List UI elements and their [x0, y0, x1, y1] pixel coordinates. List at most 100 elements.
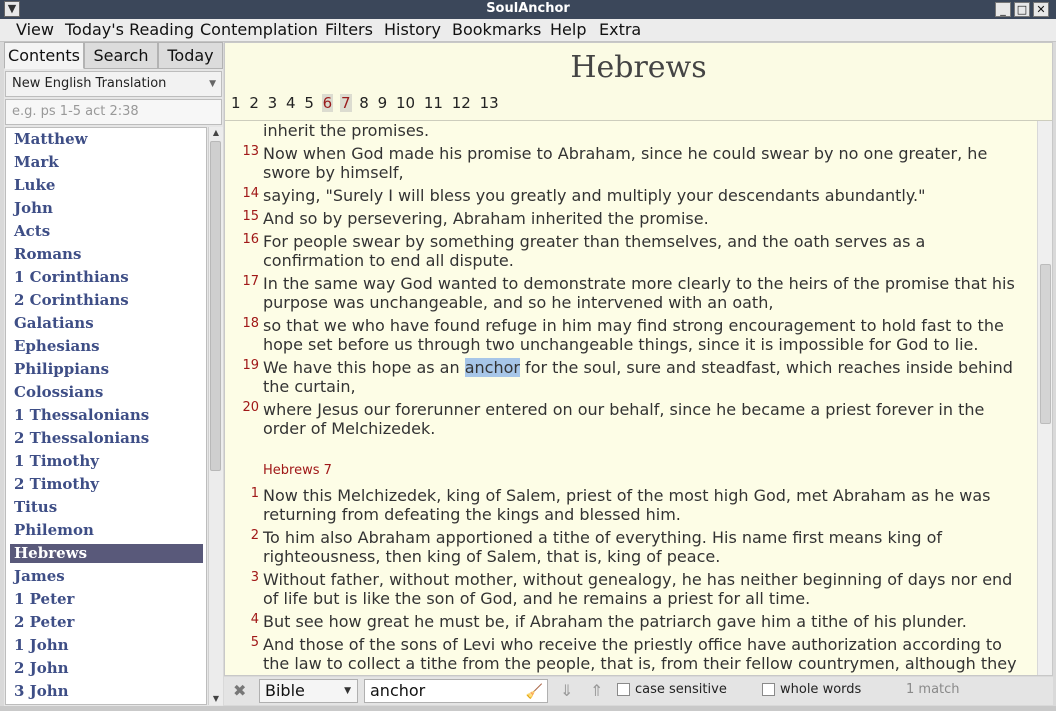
verse-number: 19 — [242, 358, 259, 373]
book-item[interactable]: 1 Thessalonians — [10, 406, 203, 425]
verse-text: And so by persevering, Abraham inherited… — [263, 209, 709, 228]
verse-text: To him also Abraham apportioned a tithe … — [263, 528, 942, 566]
verse-text: Without father, without mother, without … — [263, 570, 1013, 608]
book-item[interactable]: Titus — [10, 498, 203, 517]
menu-history[interactable]: History — [384, 20, 441, 39]
chapter-link[interactable]: 12 — [451, 94, 472, 112]
verse-number: 18 — [242, 316, 259, 331]
chapter-link[interactable]: 10 — [395, 94, 416, 112]
menu-bookmarks[interactable]: Bookmarks — [452, 20, 541, 39]
scrollbar-thumb[interactable] — [1040, 264, 1051, 424]
close-icon[interactable]: ✕ — [1033, 2, 1049, 17]
book-item[interactable]: 1 Timothy — [10, 452, 203, 471]
book-list-scrollbar[interactable]: ▲ ▼ — [208, 127, 223, 705]
verse-text: For people swear by something greater th… — [263, 232, 926, 270]
chevron-down-icon: ▼ — [344, 686, 351, 696]
book-item-selected[interactable]: Hebrews — [10, 544, 203, 563]
chapter-link[interactable]: 13 — [479, 94, 500, 112]
book-item[interactable]: Colossians — [10, 383, 203, 402]
book-item[interactable]: 2 Timothy — [10, 475, 203, 494]
verse-text-before: We have this hope as an — [263, 358, 465, 377]
find-bar: ✖ Bible ▼ anchor 🧹 ⇓ ⇑ case sensitive wh… — [224, 677, 1053, 705]
book-item[interactable]: 2 John — [10, 659, 203, 678]
book-item[interactable]: 2 Peter — [10, 613, 203, 632]
menu-contemplation[interactable]: Contemplation — [200, 20, 318, 39]
down-arrow-icon[interactable]: ⇓ — [560, 681, 573, 700]
tab-search[interactable]: Search — [84, 42, 158, 69]
scroll-up-icon[interactable]: ▲ — [209, 127, 223, 139]
chapter-link[interactable]: 4 — [285, 94, 297, 112]
chapter-link-active[interactable]: 6 — [321, 94, 334, 112]
book-item[interactable]: 1 John — [10, 636, 203, 655]
book-item[interactable]: Galatians — [10, 314, 203, 333]
reference-input[interactable]: e.g. ps 1-5 act 2:38 — [5, 99, 222, 125]
title-bar: ▼ SoulAnchor _ □ ✕ — [0, 0, 1056, 19]
menu-help[interactable]: Help — [550, 20, 586, 39]
scrollbar-thumb[interactable] — [210, 141, 221, 471]
chapter-link-active[interactable]: 7 — [339, 94, 352, 112]
menu-todays-reading[interactable]: Today's Reading — [65, 20, 194, 39]
chevron-down-icon: ▼ — [209, 79, 216, 89]
book-item[interactable]: Philippians — [10, 360, 203, 379]
maximize-icon[interactable]: □ — [1014, 2, 1030, 17]
book-item[interactable]: Acts — [10, 222, 203, 241]
verse-text: And those of the sons of Levi who receiv… — [263, 635, 1017, 673]
verse-number: 2 — [250, 528, 259, 543]
book-item[interactable]: 1 Peter — [10, 590, 203, 609]
scroll-down-icon[interactable]: ▼ — [209, 693, 223, 705]
menu-view[interactable]: View — [16, 20, 54, 39]
book-item[interactable]: John — [10, 199, 203, 218]
close-icon[interactable]: ✖ — [233, 681, 246, 700]
book-item[interactable]: James — [10, 567, 203, 586]
minimize-icon[interactable]: _ — [995, 2, 1011, 17]
verse-text: saying, "Surely I will bless you greatly… — [263, 186, 926, 205]
search-input[interactable]: anchor 🧹 — [364, 679, 548, 703]
chapter-link[interactable]: 2 — [248, 94, 260, 112]
chapter-link[interactable]: 5 — [303, 94, 315, 112]
book-item[interactable]: Philemon — [10, 521, 203, 540]
verse-number: 4 — [250, 612, 259, 627]
book-item[interactable]: 1 Corinthians — [10, 268, 203, 287]
verse-text: But see how great he must be, if Abraham… — [263, 612, 967, 631]
up-arrow-icon[interactable]: ⇑ — [590, 681, 603, 700]
translation-select[interactable]: New English Translation ▼ — [5, 71, 222, 97]
menu-extra[interactable]: Extra — [599, 20, 641, 39]
panel-tabs: Contents Search Today — [4, 42, 223, 69]
broom-icon[interactable]: 🧹 — [526, 681, 543, 703]
verse-number: 15 — [242, 209, 259, 224]
tab-today[interactable]: Today — [158, 42, 223, 69]
chapter-link[interactable]: 11 — [423, 94, 444, 112]
verse-text: so that we who have found refuge in him … — [263, 316, 1004, 354]
translation-value: New English Translation — [12, 76, 167, 91]
reader-scrollbar[interactable] — [1037, 121, 1052, 675]
chapter-link[interactable]: 3 — [267, 94, 279, 112]
verse-number: 5 — [250, 635, 259, 650]
menu-filters[interactable]: Filters — [325, 20, 373, 39]
search-highlight: anchor — [464, 358, 520, 377]
verse-text: where Jesus our forerunner entered on ou… — [263, 400, 985, 438]
book-item[interactable]: 2 Corinthians — [10, 291, 203, 310]
book-item[interactable]: Ephesians — [10, 337, 203, 356]
verse-continuation: inherit the promises. — [263, 121, 430, 140]
verse-text: We have this hope as an anchor for the s… — [263, 358, 1025, 396]
verse-number: 20 — [242, 400, 259, 415]
search-scope-select[interactable]: Bible ▼ — [259, 679, 358, 703]
chapter-link[interactable]: 9 — [377, 94, 389, 112]
book-item[interactable]: 2 Thessalonians — [10, 429, 203, 448]
whole-words-checkbox[interactable] — [762, 683, 775, 696]
book-item[interactable]: Mark — [10, 153, 203, 172]
reader-panel: Hebrews 1 2 3 4 5 6 7 8 9 10 11 12 13 in… — [224, 42, 1053, 676]
case-sensitive-checkbox[interactable] — [617, 683, 630, 696]
verse-number: 3 — [250, 570, 259, 585]
chapter-link[interactable]: 8 — [358, 94, 370, 112]
tab-contents[interactable]: Contents — [4, 42, 84, 69]
chapter-heading: Hebrews 7 — [263, 463, 332, 478]
verse-number: 14 — [242, 186, 259, 201]
book-item[interactable]: Romans — [10, 245, 203, 264]
book-item[interactable]: Luke — [10, 176, 203, 195]
book-item[interactable]: 3 John — [10, 682, 203, 701]
verse-text: Now this Melchizedek, king of Salem, pri… — [263, 486, 991, 524]
chapter-link[interactable]: 1 — [230, 94, 242, 112]
book-item[interactable]: Matthew — [10, 130, 203, 149]
verse-number: 13 — [242, 144, 259, 159]
